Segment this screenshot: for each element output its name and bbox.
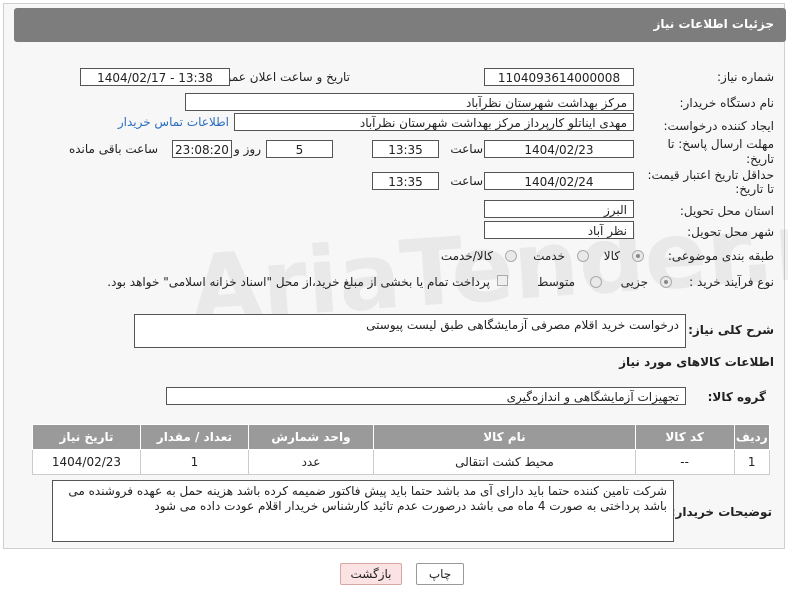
price-validity-date-field: 1404/02/24 (484, 172, 634, 190)
items-table: ردیف کد کالا نام کالا واحد شمارش تعداد /… (32, 424, 770, 475)
goods-group-label: گروه کالا: (707, 390, 766, 404)
table-row: 1 -- محیط کشت انتقالی عدد 1 1404/02/23 (32, 449, 770, 475)
buyer-contact-link[interactable]: اطلاعات تماس خریدار (118, 115, 229, 129)
price-validity-time-field: 13:35 (372, 172, 439, 190)
cell-quantity: 1 (139, 449, 249, 475)
days-label: روز و (234, 142, 261, 156)
deadline-time-field: 13:35 (372, 140, 439, 158)
category-goods-label: کالا (603, 249, 620, 263)
table-header-row: ردیف کد کالا نام کالا واحد شمارش تعداد /… (32, 424, 770, 450)
buyer-org-label: نام دستگاه خریدار: (679, 96, 775, 110)
cell-unit: عدد (247, 449, 375, 475)
province-label: استان محل تحویل: (679, 204, 774, 218)
city-field: نظر آباد (484, 221, 634, 239)
process-minor-radio[interactable] (660, 276, 672, 288)
city-label: شهر محل تحویل: (687, 225, 774, 239)
deadline-label-2: تاریخ: (746, 152, 774, 166)
category-label: طبقه بندی موضوعی: (667, 249, 774, 263)
col-need-date: تاریخ نیاز (32, 424, 141, 450)
category-service-radio[interactable] (577, 250, 589, 262)
creator-field: مهدی ایناتلو کارپرداز مرکز بهداشت شهرستا… (234, 113, 634, 131)
cell-need-date: 1404/02/23 (32, 449, 141, 475)
price-validity-time-label: ساعت (450, 174, 483, 188)
category-both-label: کالا/خدمت (440, 249, 493, 263)
process-medium-label: متوسط (537, 275, 575, 289)
cell-item-name: محیط کشت انتقالی (373, 449, 636, 475)
remaining-label: ساعت باقی مانده (68, 142, 158, 156)
treasury-payment-note: پرداخت تمام یا بخشی از مبلغ خرید،از محل … (107, 275, 490, 289)
category-service-label: خدمت (533, 249, 565, 263)
need-number-field: 1104093614000008 (484, 68, 634, 86)
province-field: البرز (484, 200, 634, 218)
col-item-name: نام کالا (373, 424, 636, 450)
process-medium-radio[interactable] (590, 276, 602, 288)
cell-item-code: -- (634, 449, 735, 475)
days-field: 5 (266, 140, 333, 158)
announce-field: 1404/02/17 - 13:38 (80, 68, 230, 86)
back-button[interactable]: بازگشت (340, 563, 402, 585)
goods-group-field: تجهیزات آزمایشگاهی و اندازه‌گیری (166, 387, 686, 405)
col-row-number: ردیف (733, 424, 770, 450)
print-button[interactable]: چاپ (416, 563, 464, 585)
treasury-payment-checkbox[interactable] (497, 275, 508, 286)
title-bar: جزئیات اطلاعات نیاز (14, 8, 786, 42)
deadline-label: مهلت ارسال پاسخ: تا (667, 137, 774, 151)
deadline-date-field: 1404/02/23 (484, 140, 634, 158)
buyer-org-field: مرکز بهداشت شهرستان نظرآباد (185, 93, 634, 111)
process-minor-label: جزیی (620, 275, 648, 289)
category-goods-radio[interactable] (632, 250, 644, 262)
description-field: درخواست خرید اقلام مصرفی آزمایشگاهی طبق … (134, 314, 686, 348)
price-validity-label-2: تا تاریخ: (735, 182, 774, 196)
price-validity-label: حداقل تاریخ اعتبار قیمت: (647, 168, 774, 182)
category-both-radio[interactable] (505, 250, 517, 262)
col-item-code: کد کالا (634, 424, 735, 450)
col-quantity: تعداد / مقدار (139, 424, 249, 450)
goods-info-title: اطلاعات کالاهای مورد نیاز (619, 355, 774, 369)
description-label: شرح کلی نیاز: (688, 323, 774, 337)
creator-label: ایجاد کننده درخواست: (663, 119, 774, 133)
need-number-label: شماره نیاز: (717, 70, 774, 84)
deadline-time-label: ساعت (450, 142, 483, 156)
buyer-notes-field: شرکت تامین کننده حتما باید دارای آی مد ب… (52, 480, 674, 542)
remaining-time-field: 23:08:20 (172, 140, 232, 158)
buyer-notes-label: توضیحات خریدار: (670, 505, 772, 519)
cell-row-number: 1 (733, 449, 770, 475)
col-unit: واحد شمارش (247, 424, 375, 450)
page-title: جزئیات اطلاعات نیاز (653, 17, 774, 31)
process-label: نوع فرآیند خرید : (689, 275, 774, 289)
